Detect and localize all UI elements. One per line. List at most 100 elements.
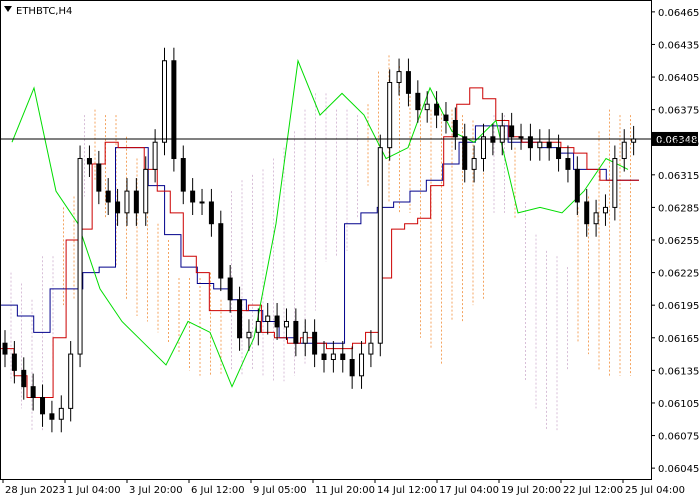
candle — [612, 145, 618, 221]
x-tick-label: 22 Jul 12:00 — [563, 485, 623, 496]
chart-window: 0.06348 0.06465 0.06435 0.06405 0.06375 0.06… — [0, 0, 700, 500]
x-tick-label: 25 Jul 04:00 — [625, 485, 685, 496]
candle-body — [40, 397, 46, 415]
candle — [499, 112, 505, 156]
y-tick-label: 0.06045 — [658, 464, 699, 475]
candle — [527, 123, 533, 161]
candle — [602, 194, 608, 226]
candle — [377, 134, 383, 357]
candle-body — [237, 299, 243, 339]
candle-body — [462, 136, 468, 170]
candle-body — [190, 190, 196, 203]
candle-body — [621, 141, 627, 160]
candle — [40, 384, 46, 427]
candle-body — [481, 136, 486, 160]
candle — [171, 47, 177, 172]
candle — [11, 341, 17, 384]
candle-body — [115, 201, 121, 214]
candles — [2, 47, 637, 433]
candle-body — [124, 190, 130, 214]
candle-body — [443, 114, 449, 122]
candle-body — [509, 125, 515, 138]
candle — [387, 69, 393, 161]
candle-body — [77, 158, 83, 355]
kumo-cloud — [10, 55, 631, 431]
candle-body — [321, 353, 327, 360]
y-tick-label: 0.06135 — [658, 366, 699, 377]
candle — [21, 357, 27, 400]
x-tick-label: 6 Jul 12:00 — [191, 485, 245, 496]
y-tick-label: 0.06165 — [658, 334, 699, 345]
candle-body — [537, 141, 543, 149]
y-tick-label: 0.06195 — [658, 301, 699, 312]
candle — [330, 341, 336, 373]
candle — [274, 303, 280, 340]
candle — [96, 150, 102, 205]
candle — [631, 125, 637, 156]
candle-body — [293, 320, 299, 344]
candle-body — [527, 136, 533, 149]
candle-body — [415, 92, 421, 111]
candle-body — [349, 359, 355, 377]
candle-body — [265, 315, 271, 322]
candle — [105, 178, 111, 216]
candle-body — [255, 320, 261, 333]
candle — [208, 188, 214, 237]
candle-body — [246, 331, 252, 339]
candle-body — [556, 147, 562, 160]
candle-body — [143, 168, 149, 214]
x-tick-label: 3 Jul 20:00 — [129, 485, 183, 496]
y-tick-label: 0.06345 — [658, 138, 699, 149]
triangle-down-icon[interactable] — [4, 6, 12, 12]
y-tick-label: 0.06405 — [658, 73, 699, 84]
candle-body — [340, 353, 346, 360]
symbol-label: ETHBTC,H4 — [4, 6, 72, 17]
candle-body — [49, 413, 55, 420]
candle-body — [21, 369, 27, 388]
candle — [462, 123, 468, 183]
candle-body — [593, 212, 599, 225]
candle — [556, 134, 562, 172]
candle — [190, 178, 196, 216]
ichimoku-chart[interactable]: 0.06348 0.064650.064350.064050.063750.06… — [0, 0, 700, 500]
candle-body — [227, 277, 233, 301]
tenkan-sen-line — [1, 87, 639, 399]
candle-body — [274, 315, 280, 328]
candle-body — [359, 353, 365, 377]
candle-body — [180, 158, 186, 192]
candle — [574, 156, 580, 216]
y-tick-label: 0.06285 — [658, 203, 699, 214]
candle-body — [584, 201, 590, 225]
candle — [152, 129, 158, 183]
y-tick-label: 0.06075 — [658, 432, 699, 443]
candle-body — [312, 331, 318, 355]
y-tick-label: 0.06465 — [658, 8, 699, 19]
candle-body — [396, 71, 402, 83]
candle-body — [452, 120, 458, 138]
y-tick-label: 0.06105 — [658, 399, 699, 410]
time-axis: 28 Jun 2023 1 Jul 04:00 3 Jul 20:00 6 Jul 1… — [2, 479, 685, 496]
candle — [68, 341, 74, 422]
candle-body — [546, 141, 552, 149]
candle-body — [424, 103, 430, 111]
x-tick-label: 14 Jul 12:00 — [377, 485, 437, 496]
candle-body — [96, 163, 102, 192]
candle — [509, 112, 515, 150]
candle-body — [30, 386, 36, 399]
candle-body — [405, 71, 411, 94]
y-tick-label: 0.06315 — [658, 171, 699, 182]
x-tick-label: 19 Jul 20:00 — [501, 485, 561, 496]
candle — [359, 341, 365, 389]
candle-body — [574, 168, 580, 203]
candle-body — [302, 331, 308, 344]
candle — [593, 199, 599, 237]
candle — [237, 286, 243, 351]
candle — [302, 319, 308, 357]
candle-body — [368, 342, 374, 355]
candle — [546, 129, 552, 161]
candle-body — [377, 147, 383, 344]
candle-body — [11, 353, 17, 371]
candle — [434, 91, 440, 129]
candle-body — [471, 158, 477, 170]
y-tick-label: 0.06375 — [658, 106, 699, 117]
